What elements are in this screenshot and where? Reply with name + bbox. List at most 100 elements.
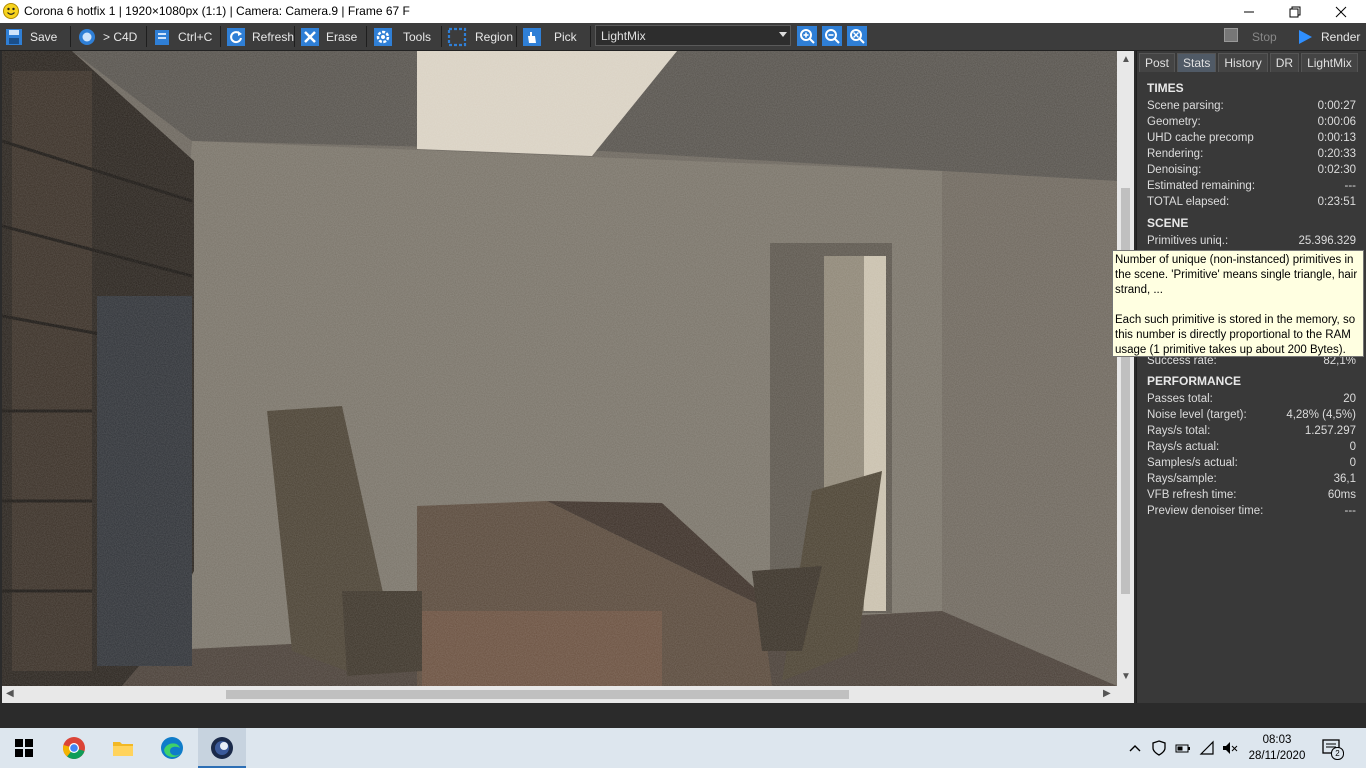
scene-heading: SCENE xyxy=(1147,216,1189,230)
tab-lightmix[interactable]: LightMix xyxy=(1301,53,1358,72)
clipboard-icon xyxy=(152,27,172,47)
clock-date: 28/11/2020 xyxy=(1248,750,1306,762)
stat-row: Primitives uniq.: 25.396.329 xyxy=(1147,235,1356,247)
hand-pointer-icon xyxy=(522,27,542,47)
scroll-left-icon[interactable]: ◀ xyxy=(6,688,14,699)
copy-button[interactable]: Ctrl+C xyxy=(152,25,212,48)
refresh-button[interactable]: Refresh xyxy=(226,25,294,48)
close-button[interactable] xyxy=(1318,0,1364,23)
stat-row: Denoising: 0:02:30 xyxy=(1147,164,1356,176)
c4d-label: > C4D xyxy=(103,29,138,44)
tab-dr[interactable]: DR xyxy=(1269,53,1300,72)
pick-button[interactable]: Pick xyxy=(522,25,577,48)
save-label: Save xyxy=(30,29,58,44)
region-button[interactable]: Region xyxy=(447,25,513,48)
vertical-scrollbar[interactable]: ▲ ▼ xyxy=(1117,51,1134,686)
zoom-in-icon[interactable] xyxy=(797,26,817,46)
tab-post[interactable]: Post xyxy=(1139,53,1176,72)
erase-icon xyxy=(300,27,320,47)
shield-icon[interactable] xyxy=(1151,740,1167,756)
taskbar-clock[interactable]: 08:03 28/11/2020 xyxy=(1246,732,1308,764)
stat-row: Samples/s actual: 0 xyxy=(1147,457,1356,469)
stat-row: TOTAL elapsed: 0:23:51 xyxy=(1147,196,1356,208)
title-bar: Corona 6 hotfix 1 | 1920×1080px (1:1) | … xyxy=(0,0,1366,23)
panel-tabs: Post Stats History DR LightMix xyxy=(1139,53,1360,72)
stat-row: Geometry: 0:00:06 xyxy=(1147,116,1356,128)
vertical-scroll-thumb[interactable] xyxy=(1121,188,1130,594)
stop-icon xyxy=(1224,28,1238,42)
render-label: Render xyxy=(1321,29,1361,44)
stat-row: VFB refresh time: 60ms xyxy=(1147,489,1356,501)
stop-label: Stop xyxy=(1252,29,1277,44)
horizontal-scrollbar[interactable]: ◀ ▶ xyxy=(2,686,1134,703)
zoom-fit-icon[interactable] xyxy=(847,26,867,46)
notifications-button[interactable]: 2 xyxy=(1322,738,1344,760)
stat-row: Scene parsing: 0:00:27 xyxy=(1147,100,1356,112)
stat-row: UHD cache precomp 0:00:13 xyxy=(1147,132,1356,144)
rendered-image xyxy=(2,51,1117,686)
stats-panel: Post Stats History DR LightMix TIMES Sce… xyxy=(1136,51,1366,703)
tab-history[interactable]: History xyxy=(1218,53,1268,72)
primitives-tooltip: Number of unique (non-instanced) primiti… xyxy=(1112,250,1364,357)
region-icon xyxy=(447,27,467,47)
stat-row: Passes total: 20 xyxy=(1147,393,1356,405)
times-heading: TIMES xyxy=(1147,81,1184,95)
edge-icon xyxy=(161,737,183,759)
tab-stats[interactable]: Stats xyxy=(1177,53,1217,72)
close-icon xyxy=(1335,6,1347,17)
scroll-down-icon[interactable]: ▼ xyxy=(1121,671,1131,682)
battery-icon[interactable] xyxy=(1175,740,1191,756)
window-title: Corona 6 hotfix 1 | 1920×1080px (1:1) | … xyxy=(24,4,410,18)
save-button[interactable]: Save xyxy=(4,25,57,48)
render-viewport[interactable] xyxy=(2,51,1117,686)
stat-row: Estimated remaining: --- xyxy=(1147,180,1356,192)
chevron-down-icon xyxy=(779,32,787,37)
scroll-right-icon[interactable]: ▶ xyxy=(1103,688,1111,699)
chrome-taskbar-button[interactable] xyxy=(50,728,98,768)
stat-row: Rendering: 0:20:33 xyxy=(1147,148,1356,160)
edge-taskbar-button[interactable] xyxy=(148,728,196,768)
refresh-label: Refresh xyxy=(252,29,295,44)
chrome-icon xyxy=(63,737,85,759)
c4d-icon xyxy=(77,27,97,47)
lightmix-selected-value: LightMix xyxy=(601,29,646,43)
wifi-icon[interactable] xyxy=(1199,740,1215,756)
erase-button[interactable]: Erase xyxy=(300,25,357,48)
cinema4d-icon xyxy=(211,737,233,759)
clock-time: 08:03 xyxy=(1262,734,1292,746)
zoom-out-icon[interactable] xyxy=(822,26,842,46)
region-label: Region xyxy=(475,29,514,44)
horizontal-scroll-thumb[interactable] xyxy=(226,690,849,699)
save-icon xyxy=(4,27,24,47)
render-button[interactable]: Render xyxy=(1297,25,1360,48)
windows-logo-icon xyxy=(15,739,33,757)
start-button[interactable] xyxy=(0,728,48,768)
file-explorer-taskbar-button[interactable] xyxy=(99,728,147,768)
stat-row: Preview denoiser time: --- xyxy=(1147,505,1356,517)
stat-row: Rays/s total: 1.257.297 xyxy=(1147,425,1356,437)
erase-label: Erase xyxy=(326,29,358,44)
stop-button[interactable]: Stop xyxy=(1244,25,1277,48)
stat-row: Noise level (target): 4,28% (4,5%) xyxy=(1147,409,1356,421)
scroll-up-icon[interactable]: ▲ xyxy=(1121,54,1131,65)
window-bottom-area xyxy=(0,703,1366,728)
cinema4d-taskbar-button[interactable] xyxy=(198,728,246,768)
tooltip-paragraph: Number of unique (non-instanced) primiti… xyxy=(1115,254,1358,296)
copy-label: Ctrl+C xyxy=(178,29,213,44)
send-to-c4d-button[interactable]: > C4D xyxy=(77,25,137,48)
refresh-icon xyxy=(226,27,246,47)
tools-label: Tools xyxy=(403,29,432,44)
stat-row: Rays/sample: 36,1 xyxy=(1147,473,1356,485)
tools-button[interactable]: Tools xyxy=(373,25,431,48)
stat-row: Rays/s actual: 0 xyxy=(1147,441,1356,453)
notification-badge: 2 xyxy=(1331,747,1344,760)
gear-icon xyxy=(373,27,393,47)
tooltip-paragraph: Each such primitive is stored in the mem… xyxy=(1115,314,1356,356)
chevron-up-icon[interactable] xyxy=(1127,740,1143,756)
volume-muted-icon[interactable] xyxy=(1222,740,1238,756)
lightmix-select[interactable]: LightMix xyxy=(595,25,791,46)
maximize-button[interactable] xyxy=(1272,0,1318,23)
folder-icon xyxy=(113,742,133,756)
minimize-button[interactable] xyxy=(1226,0,1272,23)
restore-icon xyxy=(1289,6,1301,17)
